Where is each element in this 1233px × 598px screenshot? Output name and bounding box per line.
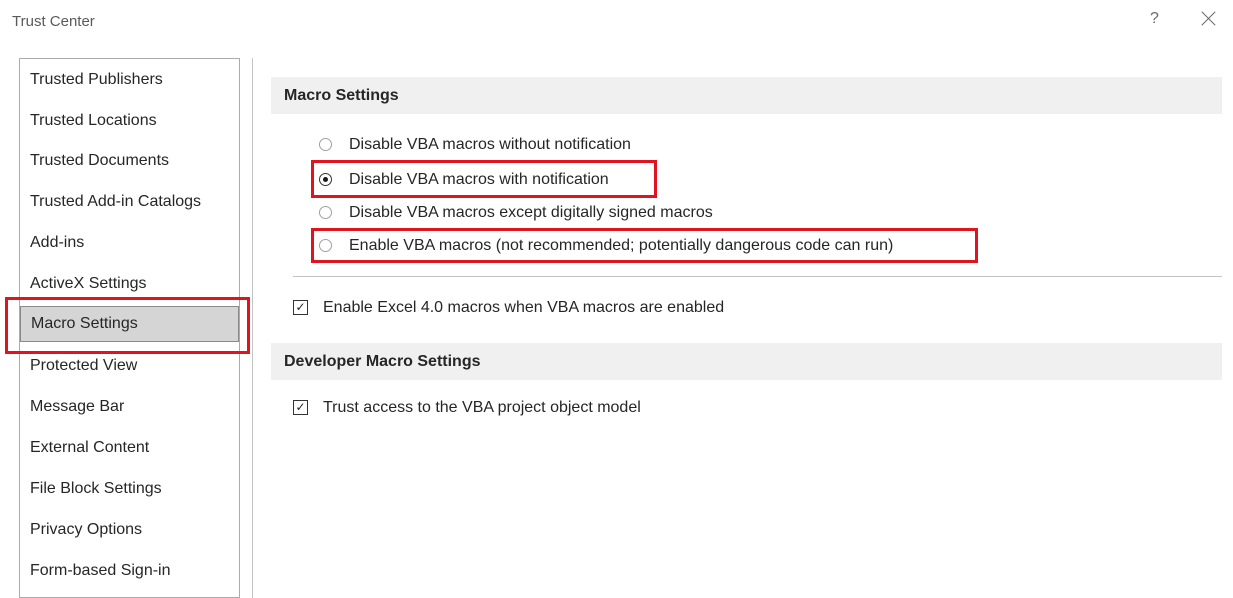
checkbox-checked-icon[interactable]: ✓ [293,300,308,315]
macro-settings-heading: Macro Settings [271,77,1222,114]
developer-macro-settings-heading: Developer Macro Settings [271,343,1222,380]
help-button[interactable]: ? [1150,10,1159,28]
window-title: Trust Center [12,13,95,30]
highlight-box-macro-settings [5,297,250,354]
checkbox-checked-icon[interactable]: ✓ [293,400,308,415]
sidebar-item-form-based-sign-in[interactable]: Form-based Sign-in [20,553,239,589]
sidebar-item-add-ins[interactable]: Add-ins [20,225,239,261]
sidebar-item-message-bar[interactable]: Message Bar [20,389,239,425]
section-divider [293,276,1222,277]
close-icon[interactable] [1199,9,1219,29]
radio-button[interactable] [319,206,332,219]
sidebar-item-file-block-settings[interactable]: File Block Settings [20,471,239,507]
radio-button[interactable] [319,138,332,151]
highlight-box-enable-vba [311,228,978,263]
sidebar-item-trusted-documents[interactable]: Trusted Documents [20,143,239,179]
radio-label: Disable VBA macros except digitally sign… [349,204,713,221]
pane-divider [252,58,253,598]
sidebar-item-trusted-add-in-catalogs[interactable]: Trusted Add-in Catalogs [20,184,239,220]
highlight-box-with-notification [311,160,657,198]
checkbox-label: Trust access to the VBA project object m… [323,399,641,416]
radio-label: Disable VBA macros without notification [349,136,631,153]
sidebar-item-privacy-options[interactable]: Privacy Options [20,512,239,548]
checkbox-label: Enable Excel 4.0 macros when VBA macros … [323,299,725,316]
sidebar-item-trusted-publishers[interactable]: Trusted Publishers [20,62,239,98]
sidebar-item-external-content[interactable]: External Content [20,430,239,466]
sidebar-item-trusted-locations[interactable]: Trusted Locations [20,103,239,139]
